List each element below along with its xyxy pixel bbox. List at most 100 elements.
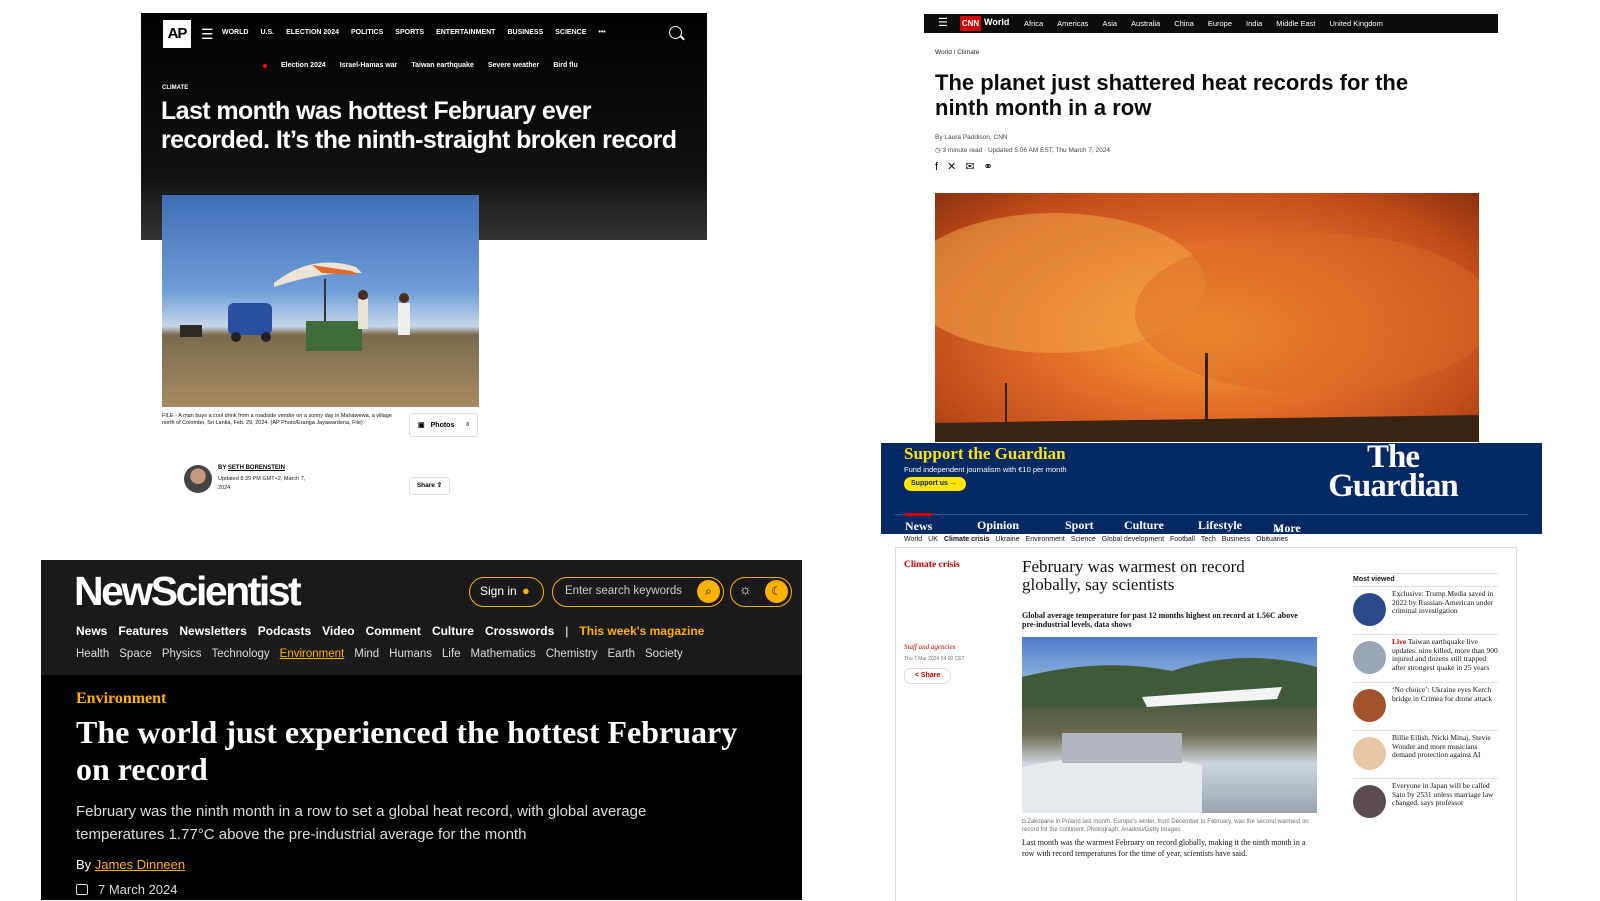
ns-topic-item-active[interactable]: Environment <box>280 648 345 660</box>
ns-nav-item[interactable]: Newsletters <box>179 624 246 638</box>
moon-icon[interactable]: ☾ <box>765 580 788 603</box>
pillar-sport[interactable]: Sport <box>1065 518 1094 533</box>
ns-topic-item[interactable]: Earth <box>608 648 636 660</box>
most-viewed-item[interactable]: ‘No choice’: Ukraine eyes Kerch bridge i… <box>1353 682 1498 727</box>
pillar-culture[interactable]: Culture <box>1124 518 1164 533</box>
ns-topic-item[interactable]: Life <box>442 648 461 660</box>
most-viewed-item[interactable]: Exclusive: Trump Media saved in 2022 by … <box>1353 586 1498 631</box>
photos-button[interactable]: ▣ Photos 8 <box>409 413 478 437</box>
ns-nav-item[interactable]: News <box>76 624 107 638</box>
ap-trending-item[interactable]: Taiwan earthquake <box>411 62 474 69</box>
ns-topic-item[interactable]: Chemistry <box>546 648 598 660</box>
ap-kicker[interactable]: CLIMATE <box>162 85 188 91</box>
ns-nav-item[interactable]: Culture <box>432 624 474 638</box>
guardian-byline[interactable]: Staff and agencies <box>904 643 955 651</box>
theme-toggle[interactable]: ☼ ☾ <box>730 577 792 607</box>
ns-topic-item[interactable]: Humans <box>389 648 432 660</box>
link-icon[interactable]: ⚭ <box>984 161 993 173</box>
facebook-icon[interactable]: f <box>935 161 938 173</box>
subnav-item[interactable]: Obituaries <box>1256 536 1288 543</box>
cnn-nav-item[interactable]: United Kingdom <box>1329 19 1382 28</box>
x-icon[interactable]: ✕ <box>947 161 956 173</box>
ns-topic-item[interactable]: Space <box>119 648 152 660</box>
ap-nav-science[interactable]: SCIENCE <box>555 29 586 36</box>
subnav-item[interactable]: Ukraine <box>995 536 1019 543</box>
search-input[interactable]: Enter search keywords ⌕ <box>552 577 724 607</box>
ap-nav-politics[interactable]: POLITICS <box>351 29 383 36</box>
ap-nav-business[interactable]: BUSINESS <box>507 29 543 36</box>
email-icon[interactable]: ✉ <box>965 161 974 173</box>
cnn-byline[interactable]: By Laura Paddison, CNN <box>935 134 1008 141</box>
cnn-nav-item[interactable]: Middle East <box>1276 19 1315 28</box>
subnav-item[interactable]: Science <box>1071 536 1096 543</box>
ap-nav-sports[interactable]: SPORTS <box>395 29 424 36</box>
most-viewed-item[interactable]: Everyone in Japan will be called Sato by… <box>1353 778 1498 823</box>
guardian-masthead[interactable]: The Guardian <box>1323 441 1463 503</box>
ns-nav-item[interactable]: Comment <box>366 624 421 638</box>
pillar-opinion[interactable]: Opinion <box>977 518 1019 533</box>
headline-text: ‘No choice’: Ukraine eyes Kerch bridge i… <box>1392 685 1493 703</box>
cnn-logo[interactable]: CNN <box>960 16 981 31</box>
ap-lead-photo[interactable] <box>162 195 479 407</box>
share-button[interactable]: < Share <box>904 668 951 684</box>
ns-section-label[interactable]: Environment <box>76 690 166 708</box>
author-link[interactable]: James Dinneen <box>95 857 185 872</box>
subnav-item[interactable]: Football <box>1170 536 1195 543</box>
cnn-nav-item[interactable]: Africa <box>1024 19 1043 28</box>
subnav-item[interactable]: UK <box>928 536 938 543</box>
support-us-button[interactable]: Support us → <box>904 477 966 491</box>
breadcrumb[interactable]: World / Climate <box>935 49 979 56</box>
ap-trending-item[interactable]: Severe weather <box>488 62 539 69</box>
ns-topic-item[interactable]: Health <box>76 648 109 660</box>
ns-nav-item[interactable]: Podcasts <box>258 624 311 638</box>
search-icon[interactable]: ⌕ <box>697 580 720 603</box>
ns-topic-item[interactable]: Mind <box>354 648 379 660</box>
sun-icon[interactable]: ☼ <box>739 581 752 597</box>
most-viewed-item[interactable]: Live Taiwan earthquake live updates: nin… <box>1353 634 1498 679</box>
author-link[interactable]: SETH BORENSTEIN <box>228 465 285 471</box>
ap-nav-more[interactable]: ••• <box>598 29 605 36</box>
guardian-lead-photo[interactable] <box>1022 637 1317 813</box>
ap-nav-us[interactable]: U.S. <box>260 29 274 36</box>
ns-nav-item[interactable]: Crosswords <box>485 624 554 638</box>
sign-in-button[interactable]: Sign in ● <box>469 577 544 607</box>
ap-trending-item[interactable]: Election 2024 <box>281 62 326 69</box>
menu-icon[interactable]: ☰ <box>201 26 214 43</box>
cnn-nav-item[interactable]: China <box>1174 19 1194 28</box>
guardian-kicker[interactable]: Climate crisis <box>904 560 960 570</box>
ns-topic-item[interactable]: Mathematics <box>471 648 536 660</box>
ns-nav-magazine[interactable]: This week's magazine <box>579 624 704 638</box>
cnn-nav-item[interactable]: Europe <box>1208 19 1232 28</box>
cnn-lead-photo[interactable] <box>905 193 1495 442</box>
cnn-nav-item[interactable]: Americas <box>1057 19 1088 28</box>
subnav-item[interactable]: Tech <box>1201 536 1216 543</box>
share-button[interactable]: Share ⇪ <box>409 477 450 495</box>
subnav-item[interactable]: Business <box>1222 536 1250 543</box>
most-viewed-item[interactable]: Billie Eilish, Nicki Minaj, Stevie Wonde… <box>1353 730 1498 775</box>
ns-nav-item[interactable]: Features <box>118 624 168 638</box>
subnav-item[interactable]: Environment <box>1026 536 1065 543</box>
ap-nav-entertainment[interactable]: ENTERTAINMENT <box>436 29 495 36</box>
ns-topic-item[interactable]: Physics <box>162 648 202 660</box>
cnn-nav-item[interactable]: Australia <box>1131 19 1160 28</box>
ap-nav-election[interactable]: ELECTION 2024 <box>286 29 339 36</box>
ap-trending-item[interactable]: Israel-Hamas war <box>340 62 398 69</box>
ns-logo[interactable]: NewScientist <box>74 568 302 615</box>
pillar-lifestyle[interactable]: Lifestyle <box>1198 518 1242 533</box>
subnav-item[interactable]: World <box>904 536 922 543</box>
ap-trending-item[interactable]: Bird flu <box>553 62 578 69</box>
ns-topic-item[interactable]: Technology <box>211 648 269 660</box>
cnn-nav-item[interactable]: Asia <box>1102 19 1117 28</box>
cnn-nav-item[interactable]: India <box>1246 19 1262 28</box>
author-avatar[interactable] <box>184 465 212 493</box>
pillar-news[interactable]: News <box>905 513 933 534</box>
menu-icon[interactable]: ☰ <box>938 16 948 29</box>
cnn-section-title[interactable]: World <box>984 17 1009 27</box>
ns-topic-item[interactable]: Society <box>645 648 683 660</box>
search-icon[interactable] <box>669 26 682 39</box>
subnav-item[interactable]: Global development <box>1102 536 1164 543</box>
ap-logo[interactable]: AP <box>163 20 191 48</box>
subnav-item-active[interactable]: Climate crisis <box>944 536 990 543</box>
ap-nav-world[interactable]: WORLD <box>222 29 248 36</box>
ns-nav-item[interactable]: Video <box>322 624 354 638</box>
